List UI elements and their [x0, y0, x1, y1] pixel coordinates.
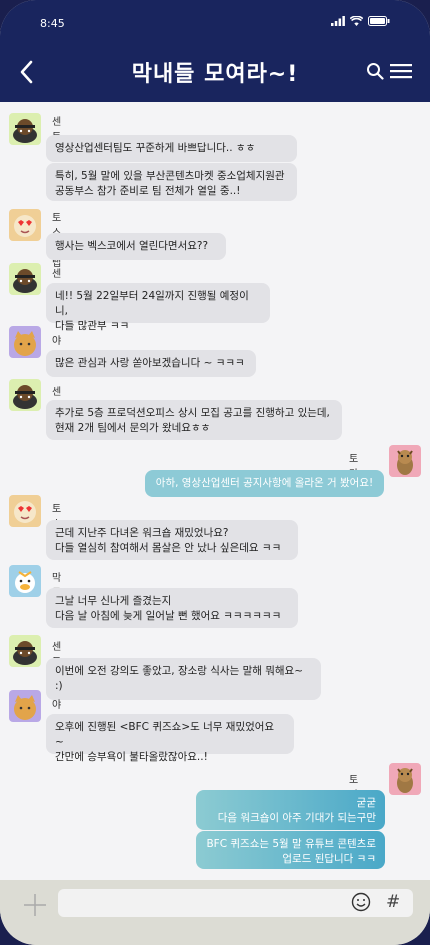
phone-frame: 8:45 막내들 모여라~! 센 영상산업센터팀도 꾸준하게 바쁘답니다.. ㅎ… [0, 0, 430, 945]
message-bubble-self[interactable]: 아하, 영상산업센터 공지사항에 올라온 거 봤어요! [145, 470, 384, 497]
message-bubble[interactable]: 네!! 5월 22일부터 24일까지 진행될 예정이니, 다들 많관부 ㅋㅋ [46, 283, 270, 332]
message-bubble[interactable]: 그날 너무 신나게 즐겼는지 다음 날 아침에 늦게 일어날 뻔 했어요 ㅋㅋㅋ… [46, 588, 298, 628]
tomato-avatar[interactable] [389, 763, 421, 795]
chat-message-list[interactable]: 센토링 영상산업센터팀도 꾸준하게 바쁘답니다.. ㅎㅎ 특히, 5월 말에 있… [0, 102, 430, 880]
yaongi-avatar[interactable] [9, 326, 41, 358]
tomato-avatar[interactable] [389, 445, 421, 477]
status-icons [331, 16, 390, 26]
tostlab-avatar[interactable] [9, 209, 41, 241]
message-bubble[interactable]: 오후에 진행된 <BFC 퀴즈쇼>도 너무 재밌었어요 ~ 간만에 승부욕이 불… [46, 714, 294, 763]
message-bubble[interactable]: 행사는 벡스코에서 열린다면서요?? [46, 233, 226, 260]
signal-icon [331, 16, 345, 26]
message-bubble[interactable]: 이번에 오전 강의도 좋았고, 장소랑 식사는 말해 뭐해요~ :) [46, 658, 321, 700]
message-bubble-self[interactable]: BFC 퀴즈쇼는 5월 말 유튜브 콘텐츠로 업로드 된답니다 ㅋㅋ [196, 831, 385, 869]
sentoring-avatar[interactable] [9, 113, 41, 145]
hash-icon[interactable]: # [386, 892, 400, 912]
message-bubble[interactable]: 근데 지난주 다녀온 워크숍 재밌었나요? 다들 열심히 참여해서 몸살은 안 … [46, 520, 298, 560]
hamburger-icon[interactable] [390, 63, 412, 79]
message-bubble[interactable]: 영상산업센터팀도 꾸준하게 바쁘답니다.. ㅎㅎ [46, 135, 297, 162]
message-bubble-self[interactable]: 굳굳 다음 워크숍이 아주 기대가 되는구만 [196, 790, 385, 830]
tostlab-avatar[interactable] [9, 495, 41, 527]
message-input-bar: # [0, 880, 430, 945]
battery-icon [368, 16, 390, 26]
sentoring-avatar[interactable] [9, 379, 41, 411]
message-bubble[interactable]: 특히, 5월 말에 있을 부산콘텐츠마켓 중소업체지원관 공동부스 참가 준비로… [46, 163, 297, 201]
makdu-avatar[interactable] [9, 565, 41, 597]
sentoring-avatar[interactable] [9, 635, 41, 667]
wifi-icon [350, 16, 363, 26]
yaongi-avatar[interactable] [9, 690, 41, 722]
sentoring-avatar[interactable] [9, 263, 41, 295]
smiley-icon[interactable] [351, 892, 371, 912]
message-bubble[interactable]: 추가로 5층 프로덕션오피스 상시 모집 공고를 진행하고 있는데, 현재 2개… [46, 400, 342, 440]
message-bubble[interactable]: 많은 관심과 사랑 쏟아보겠습니다 ~ ㅋㅋㅋ [46, 350, 256, 377]
search-icon[interactable] [366, 62, 384, 80]
chat-header: 8:45 막내들 모여라~! [0, 0, 430, 102]
status-time: 8:45 [40, 17, 65, 30]
plus-icon[interactable] [22, 892, 48, 918]
